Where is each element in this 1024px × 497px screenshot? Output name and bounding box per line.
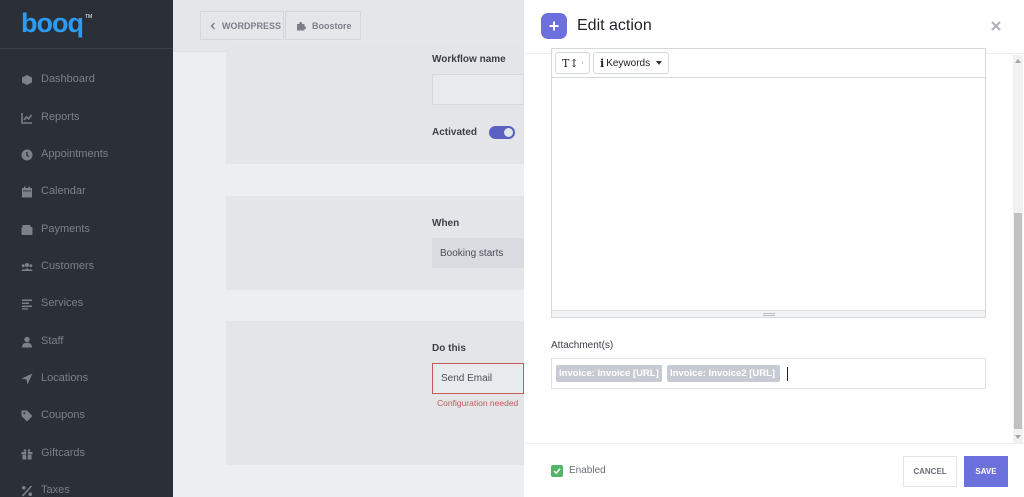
logo-text: booq [21,8,83,38]
activated-toggle[interactable] [489,126,515,139]
sidebar-item-label: Coupons [41,409,86,421]
sidebar-item-services[interactable]: Services [0,292,173,316]
when-select[interactable]: Booking starts [432,238,524,268]
sidebar-item-staff[interactable]: Staff [0,330,173,354]
percent-icon [21,485,33,497]
sidebar-item-reports[interactable]: Reports [0,106,173,130]
logo-trademark: TM [85,14,92,20]
sidebar-item-label: Giftcards [41,447,86,459]
calendar-icon [22,186,32,198]
booq-logo[interactable]: booq TM [19,6,99,42]
panel-title: Edit action [577,17,652,34]
enabled-label: Enabled [569,465,606,476]
sidebar-item-label: Customers [41,260,95,272]
activated-label: Activated [432,127,478,138]
sidebar-item-appointments[interactable]: Appointments [0,143,173,167]
tag-icon [21,410,33,422]
attachments-label: Attachment(s) [551,340,614,351]
scroll-up-icon[interactable] [1015,59,1021,63]
toggle-knob [504,128,513,137]
editor-toolbar: T↕ i Keywords [552,49,985,78]
save-button[interactable]: SAVE [964,456,1008,487]
trigger-card: When Booking starts [226,196,524,290]
sidebar-item-label: Taxes [41,484,70,496]
text-cursor [787,367,788,381]
scrollbar-thumb[interactable] [1014,213,1022,429]
user-icon [22,336,32,348]
sidebar-item-label: Calendar [41,185,86,197]
sidebar-divider [0,48,173,49]
panel-footer: Enabled CANCEL SAVE [524,443,1024,497]
do-this-label: Do this [432,343,466,354]
cancel-button[interactable]: CANCEL [903,456,957,487]
attachment-tag[interactable]: Invoice: Invoice [URL] [556,365,662,382]
caret-down-icon [581,62,583,64]
text-size-button[interactable]: T↕ [555,52,590,74]
panel-scrollbar[interactable] [1013,55,1023,443]
wallet-icon [21,225,33,235]
check-icon [553,468,561,475]
users-icon [21,263,33,271]
sidebar-item-dashboard[interactable]: Dashboard [0,68,173,92]
sidebar-item-label: Staff [41,335,64,347]
sidebar-item-label: Dashboard [41,73,95,85]
gift-icon [21,449,33,460]
attachments-input[interactable]: Invoice: Invoice [URL] Invoice: Invoice2… [551,358,986,389]
action-select[interactable]: Send Email [432,363,524,394]
caret-down-icon [656,61,662,65]
sidebar-item-label: Payments [41,223,90,235]
close-icon[interactable] [989,19,1003,33]
when-label: When [432,218,460,229]
sidebar-item-calendar[interactable]: Calendar [0,180,173,204]
sidebar: booq TM Dashboard Reports Appointments C… [0,0,173,497]
action-card: Do this Send Email Configuration needed [226,321,524,465]
sidebar-item-label: Locations [41,372,89,384]
boostore-button[interactable]: Boostore [285,11,361,40]
wordpress-label: WORDPRESS [222,20,282,31]
workflow-name-input[interactable] [432,74,524,105]
sidebar-item-giftcards[interactable]: Giftcards [0,442,173,466]
scroll-down-icon[interactable] [1015,435,1021,439]
workflow-name-card: Workflow name Activated [226,44,524,164]
panel-header: Edit action [524,0,1024,54]
puzzle-icon [297,21,306,30]
edit-action-panel: Edit action T↕ i Keywords Attachment(s) … [524,0,1024,497]
list-icon [22,299,32,310]
sidebar-item-label: Appointments [41,148,109,160]
sidebar-item-taxes[interactable]: Taxes [0,479,173,497]
cube-icon [22,75,32,85]
sidebar-item-coupons[interactable]: Coupons [0,404,173,428]
email-body-editor[interactable]: T↕ i Keywords [551,48,986,318]
editor-text-area[interactable] [552,78,985,310]
grip-icon [763,313,775,316]
boostore-label: Boostore [312,20,352,31]
configuration-error: Configuration needed [437,398,519,408]
enabled-checkbox[interactable] [551,465,563,477]
attachment-tag[interactable]: Invoice: Invoice2 [URL] [667,365,780,382]
text-size-label: T↕ [562,56,579,70]
workflow-name-label: Workflow name [432,54,506,65]
back-to-wordpress-button[interactable]: WORDPRESS [200,11,284,40]
sidebar-item-label: Services [41,297,84,309]
editor-resize-handle[interactable] [552,310,985,317]
keywords-label: Keywords [606,57,651,69]
keywords-dropdown[interactable]: i Keywords [593,52,669,74]
location-arrow-icon [21,373,33,385]
sidebar-item-customers[interactable]: Customers [0,255,173,279]
sidebar-item-label: Reports [41,111,80,123]
info-icon: i [600,56,605,70]
sidebar-item-payments[interactable]: Payments [0,218,173,242]
chevron-left-icon [210,22,215,29]
sidebar-item-locations[interactable]: Locations [0,367,173,391]
plus-icon [541,13,567,39]
chart-line-icon [21,113,33,124]
clock-icon [21,149,33,161]
